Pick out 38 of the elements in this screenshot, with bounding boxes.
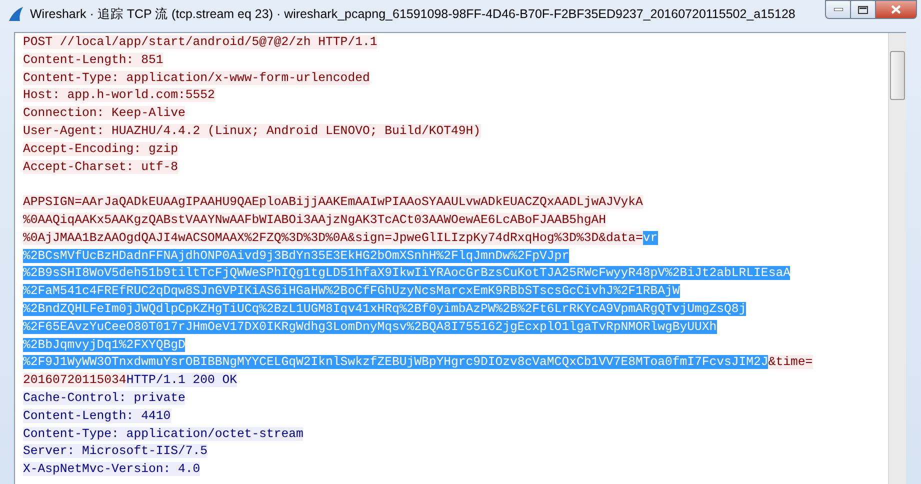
selected-text: %2BndZQHLFeIm0jJWQdlpCpKZHgTiUCq%2BzL1UGM8Iqv41xHRq%2Bf0yimbAzPW%2B%2Ft6LrRKYcA9VpmARgQTvjUmgZsQ8j: [23, 302, 746, 316]
client-text: Accept-Encoding: gzip: [23, 142, 178, 156]
client-text: Connection: Keep-Alive: [23, 106, 186, 120]
server-text: Server: Microsoft-IIS/7.5: [23, 444, 208, 458]
close-icon: [891, 5, 901, 14]
client-text: Content-Length: 851: [23, 52, 164, 67]
client-text: 20160720115034: [23, 373, 126, 388]
selected-text: vr: [642, 230, 658, 245]
minimize-button[interactable]: [825, 0, 851, 19]
app-icon: [8, 6, 24, 22]
scrollbar[interactable]: [888, 33, 906, 484]
client-text: %0AAQiqAAKx5AAKgzQABstVAAYNwAAFbWIABOi3AAjzNgAK3TcACt03AAWOewAE6LcABoFJAAB5hgAH: [23, 212, 606, 227]
close-button[interactable]: [875, 0, 917, 19]
server-text: HTTP/1.1 200 OK: [126, 373, 238, 388]
window-title: Wireshark · 追踪 TCP 流 (tcp.stream eq 23) · wireshark_pcapng_61591098-98FF-4D46-B70F-F2BF35ED9237_20160720115502_a15128: [30, 6, 796, 22]
client-text: Host: app.h-world.com:5552: [23, 88, 215, 102]
client-text: %0AjJMAA1BzAAOgdQAJI4wACSOMAAX%2FZQ%3D%3D%0A&sign=JpweGlILIzpKy74dRxqHog%3D%3D&data=: [23, 230, 643, 245]
selected-text: %2F65EAvzYuCeeO80T017rJHmOeV17DX0IKRgWdhg3LomDnyMqsv%2BQA8I755162jgEcxplO1lgaTvRpNMORlwgByUUXh: [23, 320, 717, 334]
client-text: APPSIGN=AArJaQADkEUAAgIPAAHU9QAEploABijjAAKEmAAIwPIAAoSYAAULvwADkEUACZQxAADLjwAJVykA: [23, 195, 643, 210]
client-text: Content-Type: application/x-www-form-urlencoded: [23, 70, 370, 85]
selected-text: %2B9sSHI8WoV5deh51b9tiltTcFjQWWeSPhIQg1tgLD51hfaX9IkwIiYRAocGrBzsCuKotTJA25RWcFwyyR48pV%2BiJt2abLRLIEsaA: [23, 266, 790, 280]
selected-text: %2BCsMVfUcBzHDadnFFNAjdhONP0Aivd9j3BdYn35E3EkHG2bOmXSnhH%2FlqJmnDw%2FpVJpr: [23, 248, 570, 263]
server-text: Cache-Control: private: [23, 390, 186, 405]
client-text: Accept-Charset: utf-8: [23, 160, 178, 174]
server-text: Content-Length: 4410: [23, 408, 171, 423]
client-text: POST //local/app/start/android/5@7@2/zh HTTP/1.1: [23, 35, 378, 49]
server-text: X-AspNetMvc-Version: 4.0: [23, 462, 200, 476]
maximize-icon: [858, 6, 868, 14]
stream-text-panel[interactable]: [14, 32, 906, 484]
maximize-button[interactable]: [850, 0, 876, 19]
client-text: &time=: [768, 355, 813, 370]
scrollbar-thumb[interactable]: [890, 51, 905, 100]
minimize-icon: [834, 8, 842, 11]
client-text: User-Agent: HUAZHU/4.4.2 (Linux; Android LENOVO; Build/KOT49H): [23, 124, 481, 138]
server-text: Content-Type: application/octet-stream: [23, 426, 304, 441]
selected-text: %2F9J1WyWW3OTnxdwmuYsrOBIBBNgMYYCELGqW2IknlSwkzfZEBUjWBpYHgrc9DIOzv8cVaMCQxCb1VV7E8MToa0fmI7FcvsJIM2J: [23, 355, 768, 370]
selected-text: %2FaM541c4FREfRUC2qDqw8SJnGVPIKiAS6iHGaHW%2BoCfFGhUzyNcsMarcxEmK9RBbSTscsGcCivhJ%2F1RBAjW: [23, 284, 680, 298]
selected-text: %2BbJqmvyjDq1%2FXYQBgD: [23, 338, 186, 352]
